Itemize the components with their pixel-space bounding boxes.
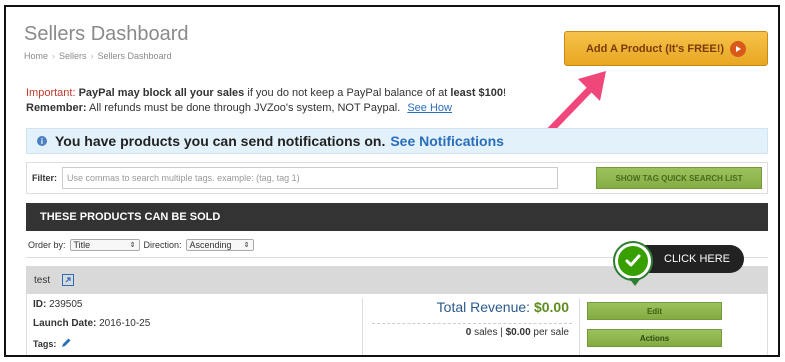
add-product-button[interactable]: Add A Product (It's FREE!) — [564, 31, 768, 66]
revenue-amount: $0.00 — [533, 299, 569, 315]
refund-reminder: Remember: All refunds must be done throu… — [26, 102, 452, 114]
page-title: Sellers Dashboard — [24, 23, 189, 45]
products-section-header: THESE PRODUCTS CAN BE SOLD — [26, 203, 768, 231]
breadcrumb-home[interactable]: Home — [24, 51, 48, 61]
revenue-label: Total Revenue: — [436, 299, 534, 315]
page-frame: Sellers Dashboard Home › Sellers › Sellers D… — [4, 5, 780, 357]
launch-date: Launch Date: 2016-10-25 — [33, 318, 150, 329]
info-icon: i — [37, 136, 47, 146]
show-tag-search-button[interactable]: SHOW TAG QUICK SEARCH LIST — [596, 167, 762, 189]
per-sale-text: per sale — [530, 327, 569, 338]
dotted-divider — [372, 323, 572, 324]
paypal-warning: Important: PayPal may block all your sal… — [26, 87, 506, 99]
notification-info-bar: i You have products you can send notific… — [26, 128, 768, 154]
id-value: 239505 — [46, 299, 83, 310]
external-link-icon[interactable] — [62, 274, 75, 286]
pencil-icon[interactable] — [60, 337, 72, 351]
breadcrumb-current: Sellers Dashboard — [97, 51, 172, 61]
order-by-select[interactable]: Title ⇕ — [69, 239, 140, 251]
launch-label: Launch Date: — [33, 318, 97, 329]
paypal-warning-middle: if you do not keep a PayPal balance of a… — [244, 87, 451, 99]
breadcrumb: Home › Sellers › Sellers Dashboard — [24, 51, 172, 61]
add-product-label: Add A Product (It's FREE!) — [585, 42, 725, 55]
direction-select[interactable]: Ascending ⇕ — [185, 239, 254, 251]
actions-button[interactable]: Actions — [587, 329, 722, 347]
sales-text: sales | — [471, 327, 506, 338]
breadcrumb-separator: › — [90, 51, 94, 61]
sales-summary: 0 sales | $0.00 per sale — [466, 327, 569, 338]
column-divider — [579, 298, 580, 355]
paypal-warning-strong: PayPal may block all your sales — [78, 87, 245, 99]
edit-button[interactable]: Edit — [587, 302, 722, 320]
per-sale-value: $0.00 — [505, 327, 531, 338]
breadcrumb-sellers[interactable]: Sellers — [59, 51, 87, 61]
direction-label: Direction: — [143, 240, 182, 250]
product-meta: ID: 239505 Launch Date: 2016-10-25 Tags: — [33, 299, 150, 351]
breadcrumb-separator: › — [52, 51, 56, 61]
see-how-link[interactable]: See How — [407, 102, 452, 114]
launch-value: 2016-10-25 — [96, 318, 151, 329]
badge-pointer — [629, 278, 641, 286]
see-notifications-link[interactable]: See Notifications — [390, 133, 504, 149]
direction-value: Ascending — [189, 240, 232, 250]
column-divider — [362, 298, 363, 355]
remember-label: Remember: — [26, 102, 87, 114]
paypal-warning-end: ! — [503, 87, 507, 99]
total-revenue: Total Revenue: $0.00 — [437, 299, 569, 315]
product-details: ID: 239505 Launch Date: 2016-10-25 Tags:… — [26, 294, 768, 355]
product-name[interactable]: test — [34, 275, 50, 286]
select-arrows-icon: ⇕ — [129, 242, 136, 249]
play-icon — [730, 40, 747, 57]
tags-row: Tags: — [33, 337, 150, 351]
id-label: ID: — [33, 299, 47, 310]
product-id: ID: 239505 — [33, 299, 150, 310]
checkmark-icon — [618, 246, 648, 276]
order-by-label: Order by: — [28, 240, 66, 250]
sort-controls: Order by: Title ⇕ Direction: Ascending ⇕ — [28, 239, 258, 251]
check-badge — [613, 241, 653, 286]
tags-label: Tags: — [33, 339, 57, 349]
select-arrows-icon: ⇕ — [243, 242, 250, 249]
filter-placeholder: Use commas to search multiple tags. exam… — [67, 173, 300, 183]
order-by-value: Title — [73, 240, 91, 250]
info-text: You have products you can send notificat… — [55, 133, 386, 149]
paypal-warning-amount: least $100 — [450, 87, 504, 99]
important-label: Important: — [26, 87, 76, 99]
remember-text: All refunds must be done through JVZoo's… — [86, 102, 401, 114]
filter-label: Filter: — [32, 173, 58, 183]
filter-input[interactable]: Use commas to search multiple tags. exam… — [62, 167, 559, 189]
